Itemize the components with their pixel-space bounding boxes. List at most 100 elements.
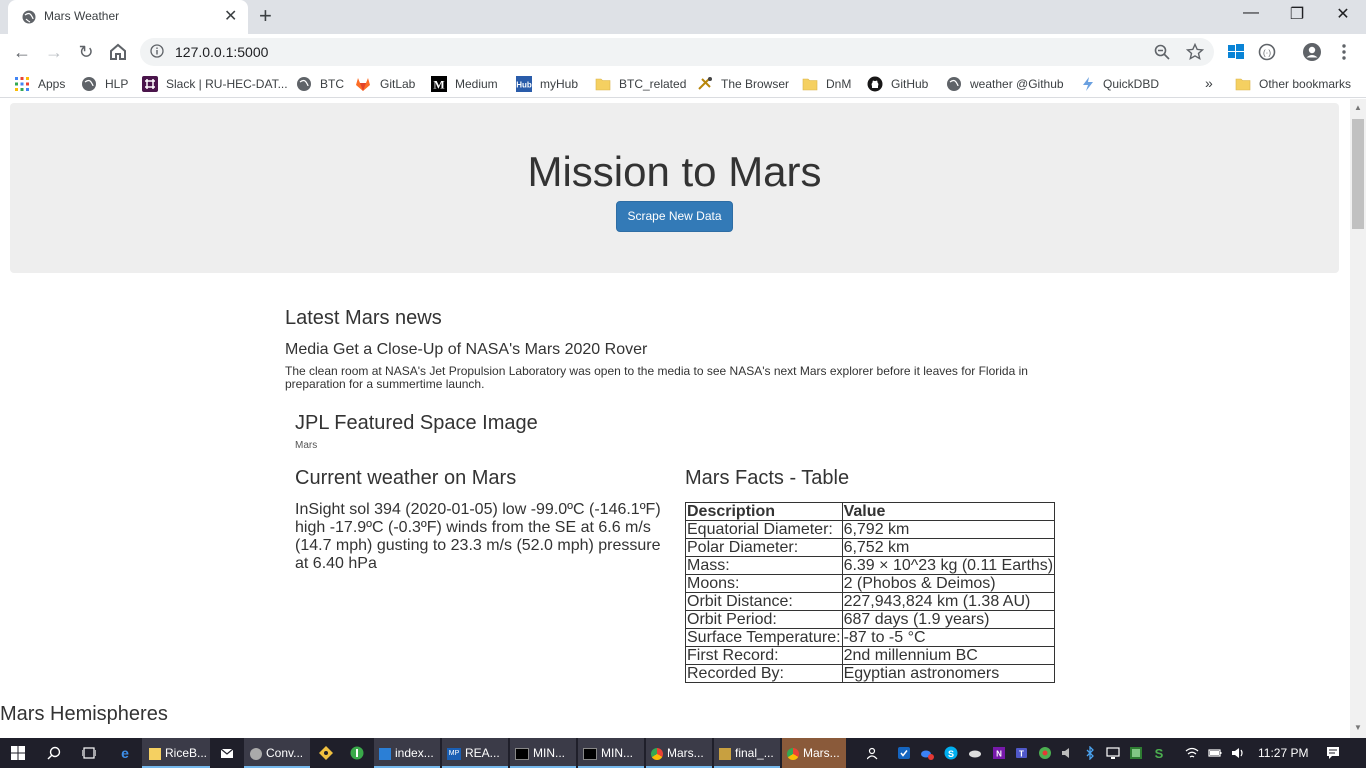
new-tab-button[interactable]: + xyxy=(259,3,272,29)
tab-close-icon[interactable]: ✕ xyxy=(224,6,237,26)
jpl-heading: JPL Featured Space Image xyxy=(295,412,538,434)
svg-text:N: N xyxy=(996,750,1002,759)
home-icon[interactable] xyxy=(106,40,130,64)
bookmark-hlp[interactable]: HLP xyxy=(105,77,128,91)
mail-icon[interactable] xyxy=(220,746,234,760)
minimize-button[interactable]: — xyxy=(1228,4,1274,22)
audio-device-icon[interactable] xyxy=(1060,746,1074,760)
star-icon[interactable] xyxy=(1186,43,1204,61)
clock[interactable]: 11:27 PM xyxy=(1258,738,1308,768)
jumbotron: Mission to Mars Scrape New Data xyxy=(10,103,1339,273)
url-text[interactable]: 127.0.0.1:5000 xyxy=(175,44,268,60)
bookmark-myhub[interactable]: myHub xyxy=(540,77,578,91)
table-cell: 2nd millennium BC xyxy=(841,646,1056,665)
address-bar[interactable]: 127.0.0.1:5000 xyxy=(140,38,1214,66)
taskbar-item-label: index... xyxy=(395,746,434,760)
teams-icon[interactable]: T xyxy=(1015,746,1029,760)
taskbar-item-mars-1[interactable]: Mars... xyxy=(646,738,712,768)
notifications-icon[interactable] xyxy=(1326,746,1340,760)
taskbar-item-final[interactable]: final_... xyxy=(714,738,780,768)
taskbar-item-min-2[interactable]: MIN... xyxy=(578,738,644,768)
taskbar-item-label: REA... xyxy=(465,746,500,760)
scrollbar-thumb[interactable] xyxy=(1352,119,1364,229)
bookmark-the-browser[interactable]: The Browser xyxy=(721,77,789,91)
taskbar-item-rea[interactable]: MP REA... xyxy=(442,738,508,768)
onedrive-icon[interactable] xyxy=(968,746,982,760)
hemispheres-heading: Mars Hemispheres xyxy=(0,703,168,725)
svg-text:S: S xyxy=(1155,746,1164,760)
extension-icon[interactable]: (·) xyxy=(1257,42,1277,62)
node-icon[interactable] xyxy=(350,746,364,760)
table-header-row: Description Value xyxy=(685,502,1056,521)
page-scrollbar[interactable]: ▲ ▼ xyxy=(1350,99,1366,739)
bookmark-weather-github[interactable]: weather @Github xyxy=(970,77,1064,91)
battery-icon[interactable] xyxy=(1208,746,1222,760)
taskbar-item-label: MIN... xyxy=(533,746,565,760)
other-bookmarks[interactable]: Other bookmarks xyxy=(1259,77,1351,91)
profile-icon[interactable] xyxy=(1302,42,1322,62)
bookmark-gitlab[interactable]: GitLab xyxy=(380,77,415,91)
restore-button[interactable]: ❐ xyxy=(1274,4,1320,24)
scrape-new-data-button[interactable]: Scrape New Data xyxy=(616,201,733,232)
reload-icon[interactable]: ↻ xyxy=(74,40,98,64)
window-close-button[interactable]: ✕ xyxy=(1320,4,1366,24)
network-app-icon[interactable] xyxy=(1038,746,1052,760)
taskbar-item-label: Mars... xyxy=(667,746,704,760)
forward-arrow-icon[interactable]: → xyxy=(42,40,66,64)
table-header: Description xyxy=(685,502,843,521)
shield-icon[interactable] xyxy=(897,746,911,760)
menu-dots-icon[interactable] xyxy=(1334,42,1354,62)
windows-start-icon[interactable] xyxy=(11,746,25,760)
taskbar-item-index[interactable]: index... xyxy=(374,738,440,768)
search-icon[interactable] xyxy=(47,746,61,760)
skype-icon[interactable]: S xyxy=(944,746,958,760)
table-row: Polar Diameter: 6,752 km xyxy=(685,538,1056,557)
dollar-icon[interactable]: S xyxy=(1152,746,1166,760)
onenote-icon[interactable]: N xyxy=(992,746,1006,760)
info-icon[interactable] xyxy=(150,44,164,58)
weather-text: InSight sol 394 (2020-01-05) low -99.0ºC… xyxy=(295,501,661,572)
bookmark-btc[interactable]: BTC xyxy=(320,77,344,91)
task-view-icon[interactable] xyxy=(82,746,96,760)
bookmark-github[interactable]: GitHub xyxy=(891,77,928,91)
people-icon[interactable] xyxy=(867,746,881,760)
table-cell: 6,752 km xyxy=(841,538,1056,557)
bookmark-quickdbd[interactable]: QuickDBD xyxy=(1103,77,1159,91)
news-title: Media Get a Close-Up of NASA's Mars 2020… xyxy=(285,341,648,358)
chrome-icon xyxy=(787,747,799,760)
bookmark-medium[interactable]: Medium xyxy=(455,77,498,91)
bookmarks-overflow-button[interactable]: » xyxy=(1205,75,1213,91)
bookmark-apps[interactable]: Apps xyxy=(38,77,65,91)
mars-facts-table: Description Value Equatorial Diameter: 6,… xyxy=(685,502,1056,683)
display-icon[interactable] xyxy=(1106,746,1120,760)
table-cell: Mass: xyxy=(685,556,843,575)
table-cell: First Record: xyxy=(685,646,843,665)
taskbar-item-conv[interactable]: Conv... xyxy=(244,738,310,768)
table-cell: Orbit Distance: xyxy=(685,592,843,611)
wifi-icon[interactable] xyxy=(1185,746,1199,760)
page-viewport: Mission to Mars Scrape New Data Latest M… xyxy=(0,99,1350,739)
globe-icon xyxy=(297,77,311,91)
tab-mars-weather[interactable]: Mars Weather ✕ xyxy=(8,0,248,34)
bookmark-dnm[interactable]: DnM xyxy=(826,77,851,91)
volume-icon[interactable] xyxy=(1231,746,1245,760)
scroll-up-arrow-icon[interactable]: ▲ xyxy=(1354,103,1362,112)
git-icon[interactable] xyxy=(319,746,333,760)
edge-icon[interactable]: e xyxy=(118,746,132,760)
zoom-icon[interactable] xyxy=(1154,44,1170,60)
github-icon xyxy=(867,76,883,92)
bluetooth-icon[interactable] xyxy=(1083,746,1097,760)
bookmark-slack[interactable]: Slack | RU-HEC-DAT... xyxy=(166,77,288,91)
taskbar-item-min-1[interactable]: MIN... xyxy=(510,738,576,768)
windows-extension-icon[interactable] xyxy=(1226,42,1246,62)
taskbar-item-riceb[interactable]: RiceB... xyxy=(142,738,210,768)
scroll-down-arrow-icon[interactable]: ▼ xyxy=(1354,723,1362,732)
taskbar-item-mars-2[interactable]: Mars... xyxy=(782,738,846,768)
windows-taskbar: e RiceB... Conv... index... MP REA... MIN… xyxy=(0,738,1366,768)
app-tray-icon[interactable] xyxy=(1129,746,1143,760)
table-cell: 6.39 × 10^23 kg (0.11 Earths) xyxy=(841,556,1056,575)
bookmark-btc-related[interactable]: BTC_related xyxy=(619,77,686,91)
back-arrow-icon[interactable]: ← xyxy=(10,40,34,64)
cloud-icon[interactable] xyxy=(920,746,934,760)
table-cell: 227,943,824 km (1.38 AU) xyxy=(841,592,1056,611)
